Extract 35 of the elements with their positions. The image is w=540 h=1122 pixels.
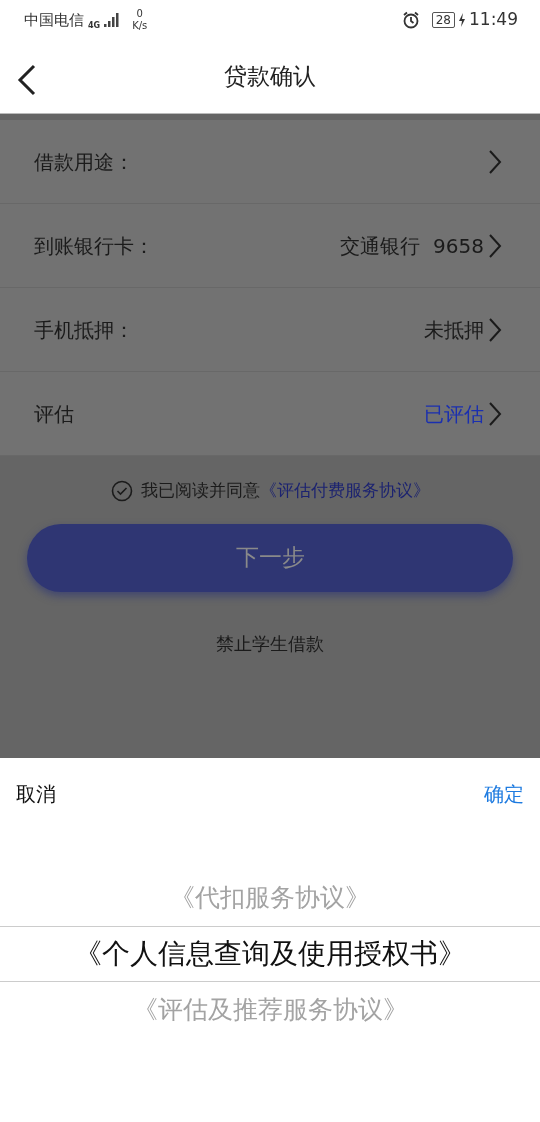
row-label: 到账银行卡： [34, 232, 154, 260]
alarm-icon [401, 11, 420, 29]
row-label: 手机抵押： [34, 316, 134, 344]
row-value: 已评估 [424, 400, 484, 428]
chevron-right-icon [488, 148, 502, 175]
picker-option[interactable]: 《代扣服务协议》 [0, 870, 540, 926]
chevron-right-icon [488, 316, 502, 343]
cancel-button[interactable]: 取消 [16, 779, 56, 809]
row-label: 评估 [34, 400, 74, 428]
agreement-link[interactable]: 《评估付费服务协议》 [259, 480, 430, 500]
clock-time: 11:49 [469, 8, 518, 32]
checkbox-icon[interactable] [110, 479, 133, 502]
page-title: 贷款确认 [224, 62, 316, 92]
speed-value: 0 [136, 8, 143, 20]
network-type: 4G [88, 20, 101, 32]
battery-level: 28 [431, 12, 455, 28]
notice-text: 禁止学生借款 [216, 632, 324, 654]
form-row[interactable]: 借款用途： [0, 120, 540, 204]
form-row[interactable]: 到账银行卡： 交通银行 9658 [0, 204, 540, 288]
agreement-text: 我已阅读并同意 [140, 480, 260, 500]
chevron-right-icon [488, 400, 502, 427]
picker-option[interactable]: 《评估及推荐服务协议》 [0, 982, 540, 1038]
row-label: 借款用途： [34, 148, 134, 176]
next-button[interactable]: 下一步 [27, 523, 513, 592]
signal-icon [104, 13, 121, 27]
confirm-button[interactable]: 确定 [484, 779, 524, 809]
row-value: 未抵押 [424, 316, 484, 344]
row-value: 交通银行 9658 [340, 232, 484, 260]
form-row[interactable]: 手机抵押： 未抵押 [0, 288, 540, 372]
picker-option[interactable]: 《个人信息查询及使用授权书》 [0, 926, 540, 982]
carrier-name: 中国电信 [24, 9, 84, 31]
form-row[interactable]: 评估 已评估 [0, 372, 540, 456]
speed-unit: K/s [132, 20, 148, 32]
chevron-right-icon [488, 232, 502, 259]
charging-icon [459, 13, 465, 27]
